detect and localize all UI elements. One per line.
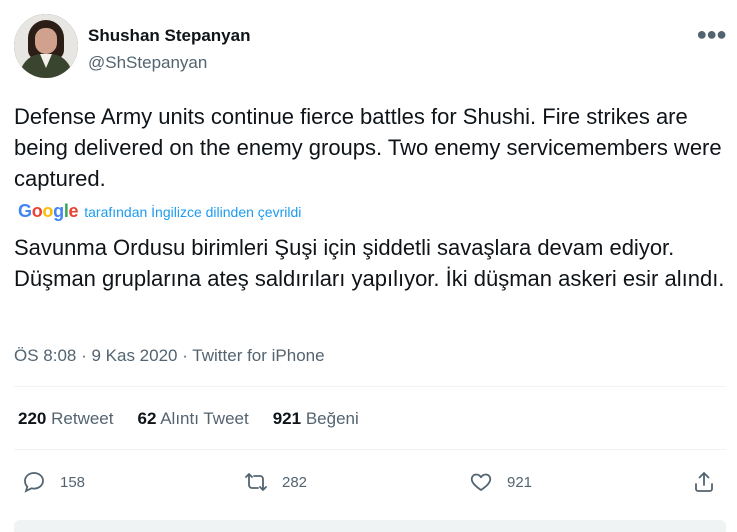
reply-composer-edge xyxy=(14,520,726,532)
tweet-actions: 158 282 921 xyxy=(14,464,726,500)
quotes-label: Alıntı Tweet xyxy=(160,409,249,428)
tweet-header: Shushan Stepanyan @ShStepanyan ●●● xyxy=(14,14,727,84)
share-button[interactable] xyxy=(692,464,716,500)
like-count: 921 xyxy=(507,473,533,491)
quotes-count: 62 xyxy=(137,409,157,428)
retweet-button[interactable]: 282 xyxy=(244,464,307,500)
retweet-count: 282 xyxy=(282,473,308,491)
google-logo: Google xyxy=(18,201,79,221)
share-icon xyxy=(695,472,713,492)
translated-tweet-text: Savunma Ordusu birimleri Şuşi için şidde… xyxy=(14,235,725,291)
author-name[interactable]: Shushan Stepanyan xyxy=(88,26,250,46)
retweet-icon xyxy=(245,473,267,491)
tweet-meta[interactable]: ÖS 8:08 · 9 Kas 2020 · Twitter for iPhon… xyxy=(14,346,325,366)
retweets-count: 220 xyxy=(18,409,47,428)
like-button[interactable]: 921 xyxy=(469,464,532,500)
avatar-face xyxy=(35,28,57,54)
retweets-label: Retweet xyxy=(51,409,114,428)
divider xyxy=(14,386,726,387)
translation-provider-text: tarafından İngilizce dilinden çevrildi xyxy=(84,204,302,220)
divider xyxy=(14,449,726,450)
quotes-stat[interactable]: 62 Alıntı Tweet xyxy=(137,409,248,429)
likes-count: 921 xyxy=(272,409,302,428)
more-horizontal-icon[interactable]: ●●● xyxy=(696,24,727,45)
reply-count: 158 xyxy=(60,473,86,491)
reply-button[interactable]: 158 xyxy=(22,464,85,500)
tweet-text: Defense Army units continue fierce battl… xyxy=(14,104,722,191)
tweet-stats: 220 Retweet 62 Alıntı Tweet 921 Beğeni xyxy=(18,409,359,429)
retweets-stat[interactable]: 220 Retweet xyxy=(18,409,113,429)
author-handle[interactable]: @ShStepanyan xyxy=(88,53,207,73)
likes-label: Beğeni xyxy=(305,409,359,428)
likes-stat[interactable]: 921 Beğeni xyxy=(273,409,359,429)
translation-attribution[interactable]: Google tarafından İngilizce dilinden çevr… xyxy=(18,201,301,223)
reply-icon xyxy=(24,472,44,493)
avatar[interactable] xyxy=(14,14,78,78)
heart-icon xyxy=(470,473,492,491)
